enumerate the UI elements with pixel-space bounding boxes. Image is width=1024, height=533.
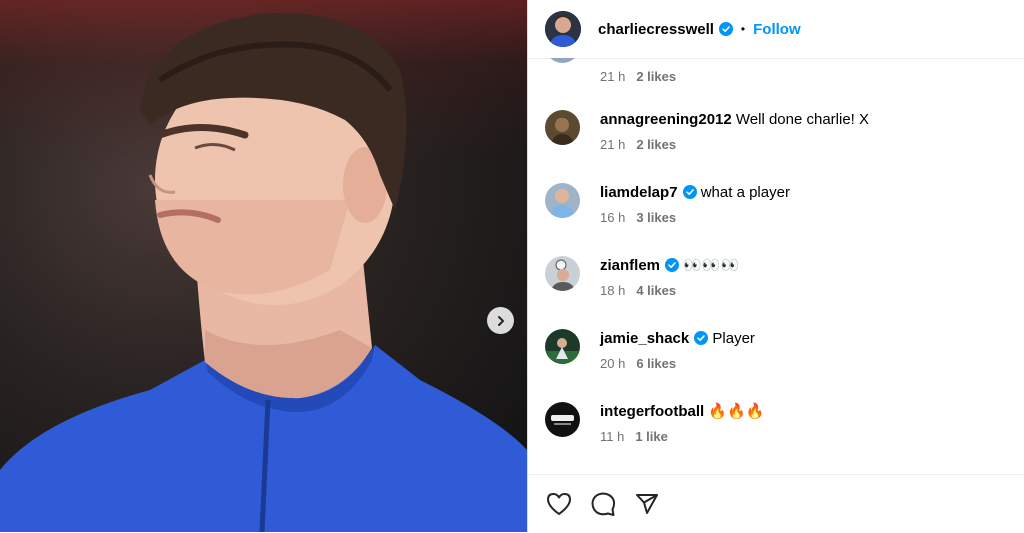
comment-button[interactable] [590,491,616,517]
comment-likes[interactable]: 2 likes [636,137,676,152]
commenter-avatar[interactable] [545,110,580,145]
comment-likes[interactable]: 3 likes [636,210,676,225]
comment-likes[interactable]: 6 likes [636,356,676,371]
next-media-button[interactable] [487,307,514,334]
player-photo [0,12,527,532]
comment-meta: 21 h 2 likes [600,69,676,84]
post-media[interactable] [0,0,527,532]
verified-badge-icon [665,258,680,272]
commenter-avatar[interactable] [545,329,580,364]
commenter-avatar[interactable] [545,402,580,437]
chevron-right-icon [497,315,504,326]
commenter-username[interactable]: liamdelap7 [600,184,678,201]
verified-badge-icon [718,22,733,36]
comment-time: 18 h [600,283,626,298]
author-avatar[interactable] [545,11,581,47]
commenter-username[interactable]: annagreening2012 [600,111,732,128]
commenter-username[interactable]: zianflem [600,257,660,274]
comment-likes[interactable]: 4 likes [636,283,676,298]
heart-icon [547,493,571,515]
comment-text: 🔥🔥🔥 [708,403,765,420]
post-actions-bar [528,474,1024,533]
comment-time: 11 h [600,429,625,444]
comment-time: 16 h [600,210,626,225]
comment-likes[interactable]: 1 like [635,429,668,444]
commenter-avatar[interactable] [545,58,580,63]
commenter-avatar[interactable] [545,256,580,291]
comment-meta: 20 h 6 likes [600,356,755,371]
comment-meta: 18 h 4 likes [600,283,739,298]
integer-logo-image [545,402,580,437]
comment-meta: 11 h 1 like [600,429,764,444]
comment-meta: 21 h 2 likes [600,137,869,152]
comment-text: 👀👀👀 [683,257,740,274]
commenter-avatar[interactable] [545,183,580,218]
comment-meta: 16 h 3 likes [600,210,790,225]
commenter-username[interactable]: integerfootball [600,403,704,420]
post-side-panel: charliecresswell • Follow 21 h 2 likes an… [527,0,1024,532]
comment-time: 20 h [600,356,626,371]
commenter-username[interactable]: jamie_shack [600,330,689,347]
paper-plane-icon [636,494,658,514]
comment-text: what a player [700,184,790,201]
verified-badge-icon [694,331,709,345]
header-separator: • [740,22,746,36]
like-button[interactable] [546,491,572,517]
verified-badge-icon [682,185,697,199]
comment-time: 21 h [600,137,626,152]
comment-time: 21 h [600,69,626,84]
comment-likes[interactable]: 2 likes [636,69,676,84]
comment-text: Player [712,330,755,347]
post-header: charliecresswell • Follow [528,0,1024,59]
follow-button[interactable]: Follow [753,21,801,38]
comment-icon [591,492,616,516]
author-username[interactable]: charliecresswell [598,21,714,38]
share-button[interactable] [634,491,660,517]
comments-list[interactable]: 21 h 2 likes annagreening2012 Well done c… [528,58,1024,474]
comment-text: Well done charlie! X [735,111,870,128]
